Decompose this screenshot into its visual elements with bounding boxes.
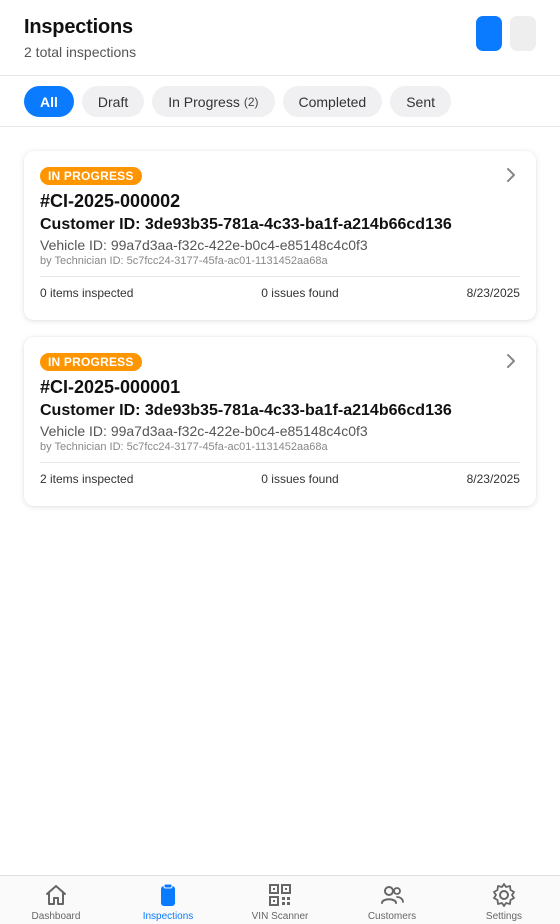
header-actions — [476, 16, 536, 51]
vehicle-id: Vehicle ID: 99a7d3aa-f32c-422e-b0c4-e851… — [40, 237, 368, 253]
technician-id: by Technician ID: 5c7fcc24-3177-45fa-ac0… — [40, 441, 328, 453]
app-root: Inspections 2 total inspections All Draf… — [0, 0, 560, 924]
status-badge: IN PROGRESS — [40, 167, 142, 185]
clipboard-icon — [161, 883, 175, 906]
nav-customers[interactable]: Customers — [336, 876, 448, 924]
nav-dashboard[interactable]: Dashboard — [0, 876, 112, 924]
qr-code-icon — [269, 884, 291, 906]
issues-found: 0 issues found — [261, 286, 339, 300]
card-footer: 2 items inspected 0 issues found 8/23/20… — [40, 463, 520, 495]
header-text: Inspections 2 total inspections — [24, 16, 136, 60]
gear-icon — [493, 883, 515, 907]
tab-count: (2) — [243, 94, 259, 109]
inspection-card[interactable]: IN PROGRESS #CI-2025-000001 Customer ID:… — [24, 337, 536, 506]
filter-tabs: All Draft In Progress (2) Completed Sent — [0, 76, 560, 127]
home-icon — [46, 885, 66, 905]
people-icon — [381, 886, 404, 904]
bottom-tab-bar: Dashboard Inspections VIN Scanner Custom… — [0, 875, 560, 924]
tab-label: Draft — [97, 93, 129, 110]
tab-all[interactable]: All — [24, 86, 74, 117]
nav-label: VIN Scanner — [251, 911, 309, 922]
customer-id: Customer ID: 3de93b35-781a-4c33-ba1f-a21… — [40, 216, 452, 233]
nav-settings[interactable]: Settings — [448, 876, 560, 924]
nav-label: Settings — [485, 911, 523, 922]
customer-id: Customer ID: 3de93b35-781a-4c33-ba1f-a21… — [40, 402, 452, 419]
header-secondary-button[interactable] — [510, 16, 536, 51]
page-subtitle: 2 total inspections — [24, 44, 137, 60]
header-primary-button[interactable] — [476, 16, 502, 51]
technician-id: by Technician ID: 5c7fcc24-3177-45fa-ac0… — [40, 255, 328, 267]
tab-label: Completed — [298, 93, 367, 110]
tab-draft[interactable]: Draft — [81, 86, 145, 117]
nav-vin-scanner[interactable]: VIN Scanner — [224, 876, 336, 924]
nav-label: Dashboard — [31, 911, 81, 922]
page-header: Inspections 2 total inspections — [0, 0, 560, 76]
vehicle-id: Vehicle ID: 99a7d3aa-f32c-422e-b0c4-e851… — [40, 423, 368, 439]
tab-label: Sent — [406, 93, 436, 110]
tab-label: All — [40, 93, 58, 110]
inspection-card[interactable]: IN PROGRESS #CI-2025-000002 Customer ID:… — [24, 151, 536, 320]
status-badge: IN PROGRESS — [40, 353, 142, 371]
chevron-right-icon — [506, 353, 516, 369]
inspection-date: 8/23/2025 — [466, 472, 520, 486]
inspection-list: IN PROGRESS #CI-2025-000002 Customer ID:… — [0, 127, 560, 506]
tab-sent[interactable]: Sent — [390, 86, 452, 117]
inspection-date: 8/23/2025 — [466, 286, 520, 300]
inspection-number: #CI-2025-000002 — [40, 191, 181, 211]
items-inspected: 2 items inspected — [40, 472, 134, 486]
nav-label: Inspections — [142, 911, 194, 922]
nav-inspections[interactable]: Inspections — [112, 876, 224, 924]
chevron-right-icon — [506, 167, 516, 183]
inspection-number: #CI-2025-000001 — [40, 377, 181, 397]
page-title: Inspections — [24, 16, 133, 38]
items-inspected: 0 items inspected — [40, 286, 134, 300]
nav-label: Customers — [367, 911, 417, 922]
issues-found: 0 issues found — [261, 472, 339, 486]
tab-in-progress[interactable]: In Progress (2) — [152, 86, 275, 117]
card-footer: 0 items inspected 0 issues found 8/23/20… — [40, 277, 520, 309]
tab-label: In Progress — [168, 93, 240, 110]
tab-completed[interactable]: Completed — [282, 86, 383, 117]
